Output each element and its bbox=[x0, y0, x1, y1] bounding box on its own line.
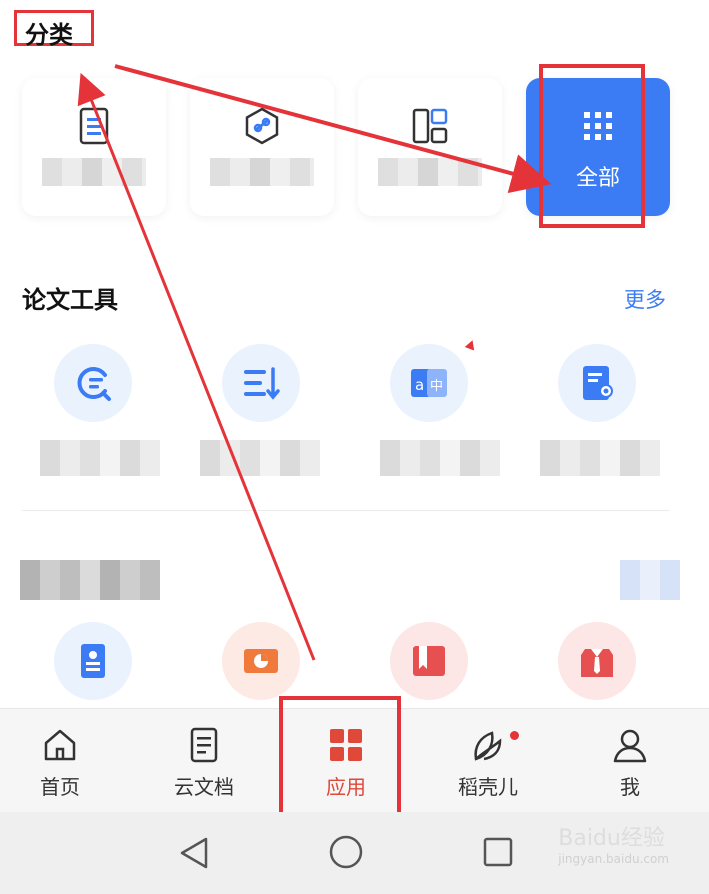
tool-label-blurred bbox=[200, 440, 320, 476]
watermark-sub: jingyan.baidu.com bbox=[558, 852, 669, 866]
resume-icon bbox=[81, 644, 105, 678]
annotation-box-apps bbox=[279, 696, 401, 816]
document-icon bbox=[190, 727, 218, 763]
nav-item-cloud-docs[interactable]: 云文档 bbox=[144, 709, 264, 813]
presentation-icon bbox=[244, 649, 278, 673]
svg-text:a: a bbox=[415, 376, 424, 394]
section-more-blurred bbox=[620, 560, 680, 600]
category-card-2[interactable] bbox=[190, 78, 334, 216]
document-list-icon bbox=[79, 107, 109, 145]
nav-label-home: 首页 bbox=[40, 775, 80, 799]
paper-tools-more-link[interactable]: 更多 bbox=[624, 284, 666, 314]
tool-item-2-icon-bg[interactable] bbox=[222, 344, 300, 422]
category-header: 分类 bbox=[14, 10, 94, 49]
leaf-icon bbox=[474, 731, 502, 761]
tool-item-3-icon-bg[interactable]: a 中 bbox=[390, 344, 468, 422]
home-circle-icon[interactable] bbox=[328, 834, 364, 870]
certificate-icon bbox=[583, 366, 613, 400]
template-item-3-icon-bg[interactable] bbox=[390, 622, 468, 700]
template-item-2-icon-bg[interactable] bbox=[222, 622, 300, 700]
annotation-arrowhead-small bbox=[464, 338, 478, 351]
tool-item-1-icon-bg[interactable] bbox=[54, 344, 132, 422]
tool-item-4-icon-bg[interactable] bbox=[558, 344, 636, 422]
nav-label-me: 我 bbox=[620, 775, 640, 799]
section-divider bbox=[22, 510, 670, 511]
layout-icon bbox=[412, 108, 448, 144]
watermark: Baidu经验 jingyan.baidu.com bbox=[558, 820, 669, 866]
nav-label-cloud-docs: 云文档 bbox=[174, 775, 234, 799]
svg-text:中: 中 bbox=[430, 379, 443, 394]
template-item-4-icon-bg[interactable] bbox=[558, 622, 636, 700]
book-icon bbox=[413, 646, 445, 676]
template-item-1-icon-bg[interactable] bbox=[54, 622, 132, 700]
tool-label-blurred bbox=[540, 440, 660, 476]
category-label-blurred bbox=[42, 158, 146, 186]
search-check-icon bbox=[77, 367, 111, 401]
category-card-3[interactable] bbox=[358, 78, 502, 216]
nav-item-home[interactable]: 首页 bbox=[0, 709, 120, 813]
category-title: 分类 bbox=[25, 21, 73, 49]
nav-item-docer[interactable]: 稻壳儿 bbox=[428, 709, 548, 813]
category-label-blurred bbox=[210, 158, 314, 186]
annotation-box-all bbox=[539, 64, 645, 228]
translate-icon: a 中 bbox=[411, 369, 447, 397]
recents-square-icon[interactable] bbox=[482, 836, 514, 868]
suit-icon bbox=[581, 649, 613, 677]
watermark-text: Baidu经验 bbox=[558, 826, 665, 851]
nav-item-me[interactable]: 我 bbox=[570, 709, 690, 813]
home-icon bbox=[44, 729, 76, 761]
category-label-blurred bbox=[378, 158, 482, 186]
tool-label-blurred bbox=[380, 440, 500, 476]
nav-label-docer: 稻壳儿 bbox=[458, 775, 518, 799]
tool-label-blurred bbox=[40, 440, 160, 476]
person-icon bbox=[613, 729, 647, 763]
section-title-blurred bbox=[20, 560, 160, 600]
back-triangle-icon[interactable] bbox=[178, 836, 210, 870]
link-hexagon-icon bbox=[245, 107, 279, 145]
paper-tools-title: 论文工具 bbox=[22, 286, 118, 314]
category-card-1[interactable] bbox=[22, 78, 166, 216]
notification-dot bbox=[510, 731, 519, 740]
sort-list-icon bbox=[244, 367, 280, 400]
